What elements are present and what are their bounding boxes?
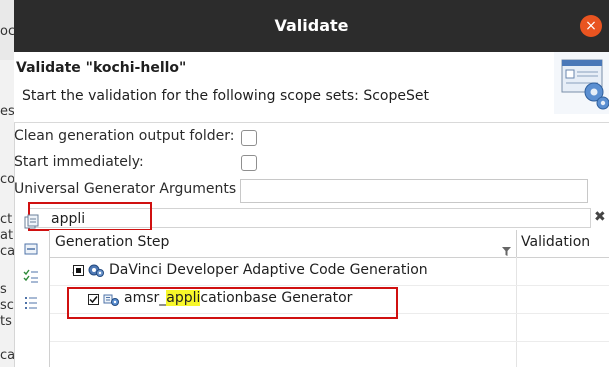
column-divider[interactable] — [516, 230, 517, 257]
generator-group-icon — [88, 264, 104, 277]
header-description: Start the validation for the following s… — [22, 88, 429, 104]
background-text-fragment: ct — [0, 212, 13, 227]
background-text-fragment: es — [0, 104, 14, 119]
clear-filter-icon[interactable]: ✖ — [594, 209, 606, 225]
background-text-fragment: s — [0, 282, 7, 297]
background-text-fragment: ts — [0, 314, 12, 329]
dialog-header: Validate "kochi-hello" Start the validat… — [14, 52, 609, 123]
dialog-title: Validate — [274, 16, 349, 35]
background-text-fragment: sc — [0, 298, 14, 313]
annotation-box-row — [67, 287, 398, 319]
generation-step-label: DaVinci Developer Adaptive Code Generati… — [109, 262, 428, 278]
background-text-fragment: oc — [0, 24, 14, 39]
background-text-fragment: ca — [0, 348, 14, 363]
clean-output-checkbox[interactable] — [241, 130, 257, 146]
table-row[interactable]: ◢ DaVinci Developer Adaptive Code Genera… — [50, 258, 609, 286]
clean-output-label: Clean generation output folder: — [14, 128, 235, 144]
close-icon: × — [585, 18, 597, 34]
add-icon[interactable] — [23, 214, 39, 230]
filter-funnel-icon[interactable] — [502, 247, 511, 256]
background-text-fragment: at — [0, 228, 14, 243]
background-text-fragment: ca — [0, 244, 14, 259]
background-text-fragment: co — [0, 172, 14, 187]
universal-args-input[interactable] — [240, 179, 588, 203]
list-icon[interactable] — [23, 295, 39, 311]
start-immediately-checkbox[interactable] — [241, 155, 257, 171]
background-window-strip: oc es co ct at ca s sc ts ca — [0, 0, 15, 367]
close-button[interactable]: × — [580, 15, 602, 37]
check-list-icon[interactable] — [23, 268, 39, 284]
collapse-all-icon[interactable] — [23, 241, 39, 257]
column-header-validation[interactable]: Validation — [521, 234, 590, 250]
tristate-checkbox[interactable] — [73, 265, 84, 276]
annotation-box-filter — [28, 202, 152, 231]
validation-banner-icon — [554, 52, 609, 114]
header-title: Validate "kochi-hello" — [16, 60, 187, 76]
table-header: Generation Step Validation — [50, 230, 609, 258]
dialog-titlebar[interactable]: Validate × — [14, 0, 609, 52]
column-header-generation-step[interactable]: Generation Step — [55, 234, 169, 250]
start-immediately-label: Start immediately: — [14, 154, 144, 170]
universal-args-label: Universal Generator Arguments — [14, 181, 237, 197]
